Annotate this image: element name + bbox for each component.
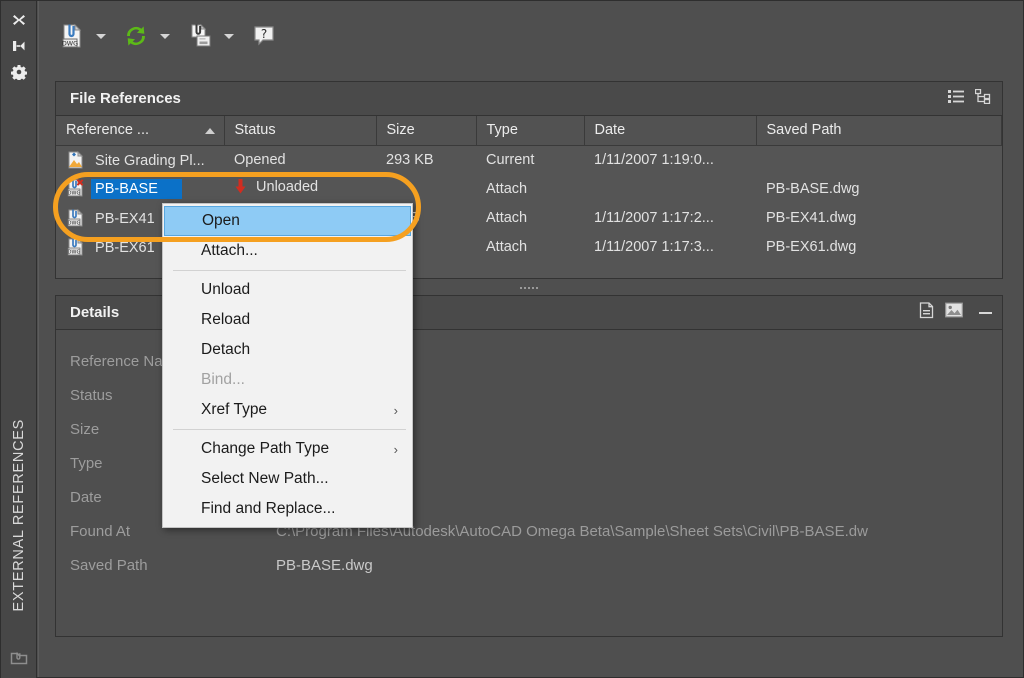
cell-date: 1/11/2007 1:19:0... xyxy=(584,145,756,174)
file-references-title: File References xyxy=(70,90,948,107)
refresh-icon[interactable] xyxy=(119,19,153,53)
submenu-chevron-icon: › xyxy=(394,442,398,457)
column-header-status[interactable]: Status xyxy=(224,116,376,145)
context-menu-item-label: Bind... xyxy=(201,371,245,389)
table-header-row: Reference ... Status Size Type Date Save… xyxy=(56,116,1002,145)
cell-saved-path: PB-EX41.dwg xyxy=(756,203,1002,232)
cell-size: 293 KB xyxy=(376,145,476,174)
context-menu-item-label: Attach... xyxy=(201,242,258,260)
context-menu-item-xref-type[interactable]: Xref Type › xyxy=(163,395,412,425)
cell-status: Opened xyxy=(224,145,376,174)
close-icon[interactable] xyxy=(6,7,32,33)
reference-name-text: PB-EX41 xyxy=(95,211,155,227)
dwg-file-icon: DWG xyxy=(66,208,86,228)
column-label: Reference ... xyxy=(66,122,149,138)
column-header-date[interactable]: Date xyxy=(584,116,756,145)
context-menu-item-label: Reload xyxy=(201,311,250,329)
column-header-saved-path[interactable]: Saved Path xyxy=(756,116,1002,145)
attach-handle-icon[interactable] xyxy=(6,645,32,671)
context-menu-item-label: Unload xyxy=(201,281,250,299)
refresh-dropdown-arrow-icon[interactable] xyxy=(156,19,174,53)
palette-title-bar: EXTERNAL REFERENCES xyxy=(1,1,37,678)
svg-text:DWG: DWG xyxy=(68,191,81,197)
context-menu-item-label: Change Path Type xyxy=(201,440,329,458)
svg-text:?: ? xyxy=(261,27,267,41)
splitter-grip-icon xyxy=(520,287,538,289)
svg-text:DWG: DWG xyxy=(68,249,81,255)
dwg-file-icon: DWG xyxy=(66,237,86,257)
context-menu-item-find-and-replace[interactable]: Find and Replace... xyxy=(163,494,412,524)
context-menu-item-label: Select New Path... xyxy=(201,470,329,488)
cell-date xyxy=(584,174,756,203)
detail-row: Saved Path PB-BASE.dwg xyxy=(56,548,1002,582)
detail-value: PB-BASE.dwg xyxy=(276,557,373,574)
column-header-reference[interactable]: Reference ... xyxy=(56,116,224,145)
context-menu-item-label: Open xyxy=(202,212,240,230)
context-menu-item-reload[interactable]: Reload xyxy=(163,305,412,335)
change-path-icon[interactable] xyxy=(183,19,217,53)
reference-name-text: PB-BASE xyxy=(91,179,182,199)
context-menu-item-label: Detach xyxy=(201,341,250,359)
minimize-icon[interactable] xyxy=(979,312,992,314)
cell-type: Current xyxy=(476,145,584,174)
column-header-size[interactable]: Size xyxy=(376,116,476,145)
cell-reference-name[interactable]: Site Grading Pl... xyxy=(56,145,224,174)
cell-type: Attach xyxy=(476,174,584,203)
change-path-dropdown-arrow-icon[interactable] xyxy=(220,19,238,53)
context-menu-item-bind: Bind... xyxy=(163,365,412,395)
cell-date: 1/11/2007 1:17:2... xyxy=(584,203,756,232)
cell-type: Attach xyxy=(476,232,584,261)
cell-size xyxy=(376,174,476,203)
cell-status: Unloaded xyxy=(224,174,376,203)
cell-reference-name[interactable]: DWG PB-BASE xyxy=(56,174,224,203)
context-menu-separator xyxy=(173,270,406,271)
auto-hide-icon[interactable] xyxy=(6,33,32,59)
context-menu-item-open[interactable]: Open xyxy=(164,206,411,236)
help-icon[interactable]: ? xyxy=(247,19,281,53)
list-view-icon[interactable] xyxy=(948,89,965,109)
submenu-chevron-icon: › xyxy=(394,403,398,418)
table-row[interactable]: DWG PB-BASE xyxy=(56,174,1002,203)
preview-view-icon[interactable] xyxy=(945,302,963,323)
attach-dwg-icon[interactable]: DWG xyxy=(55,19,89,53)
file-references-header: File References xyxy=(56,82,1002,116)
column-header-type[interactable]: Type xyxy=(476,116,584,145)
cell-date: 1/11/2007 1:17:3... xyxy=(584,232,756,261)
sort-ascending-icon xyxy=(205,128,215,134)
context-menu-item-unload[interactable]: Unload xyxy=(163,275,412,305)
toolbar: DWG xyxy=(39,1,1023,71)
context-menu-item-label: Xref Type xyxy=(201,401,267,419)
cell-saved-path: PB-EX61.dwg xyxy=(756,232,1002,261)
palette-title-text: EXTERNAL REFERENCES xyxy=(11,419,27,611)
details-view-icon[interactable] xyxy=(919,302,935,324)
context-menu: Open Attach... Unload Reload Detach Bind… xyxy=(162,203,413,528)
gear-icon[interactable] xyxy=(6,59,32,85)
dwg-unloaded-icon: DWG xyxy=(66,178,86,198)
context-menu-item-attach[interactable]: Attach... xyxy=(163,236,412,266)
cell-saved-path xyxy=(756,145,1002,174)
context-menu-item-detach[interactable]: Detach xyxy=(163,335,412,365)
cell-saved-path: PB-BASE.dwg xyxy=(756,174,1002,203)
unloaded-arrow-icon xyxy=(234,179,249,198)
context-menu-item-change-path-type[interactable]: Change Path Type › xyxy=(163,434,412,464)
attach-dropdown-arrow-icon[interactable] xyxy=(92,19,110,53)
external-references-palette: EXTERNAL REFERENCES DWG xyxy=(0,0,1024,678)
detail-label: Saved Path xyxy=(56,557,276,574)
reference-name-text: Site Grading Pl... xyxy=(95,153,205,169)
table-row[interactable]: Site Grading Pl... Opened 293 KB Current… xyxy=(56,145,1002,174)
svg-text:DWG: DWG xyxy=(62,40,78,48)
status-text: Unloaded xyxy=(256,179,318,195)
palette-title: EXTERNAL REFERENCES xyxy=(11,85,27,645)
reference-name-text: PB-EX61 xyxy=(95,240,155,256)
context-menu-separator xyxy=(173,429,406,430)
context-menu-item-label: Find and Replace... xyxy=(201,500,335,518)
cell-type: Attach xyxy=(476,203,584,232)
drawing-file-icon xyxy=(66,150,86,170)
context-menu-item-select-new-path[interactable]: Select New Path... xyxy=(163,464,412,494)
svg-text:DWG: DWG xyxy=(68,220,81,226)
tree-view-icon[interactable] xyxy=(975,89,992,109)
